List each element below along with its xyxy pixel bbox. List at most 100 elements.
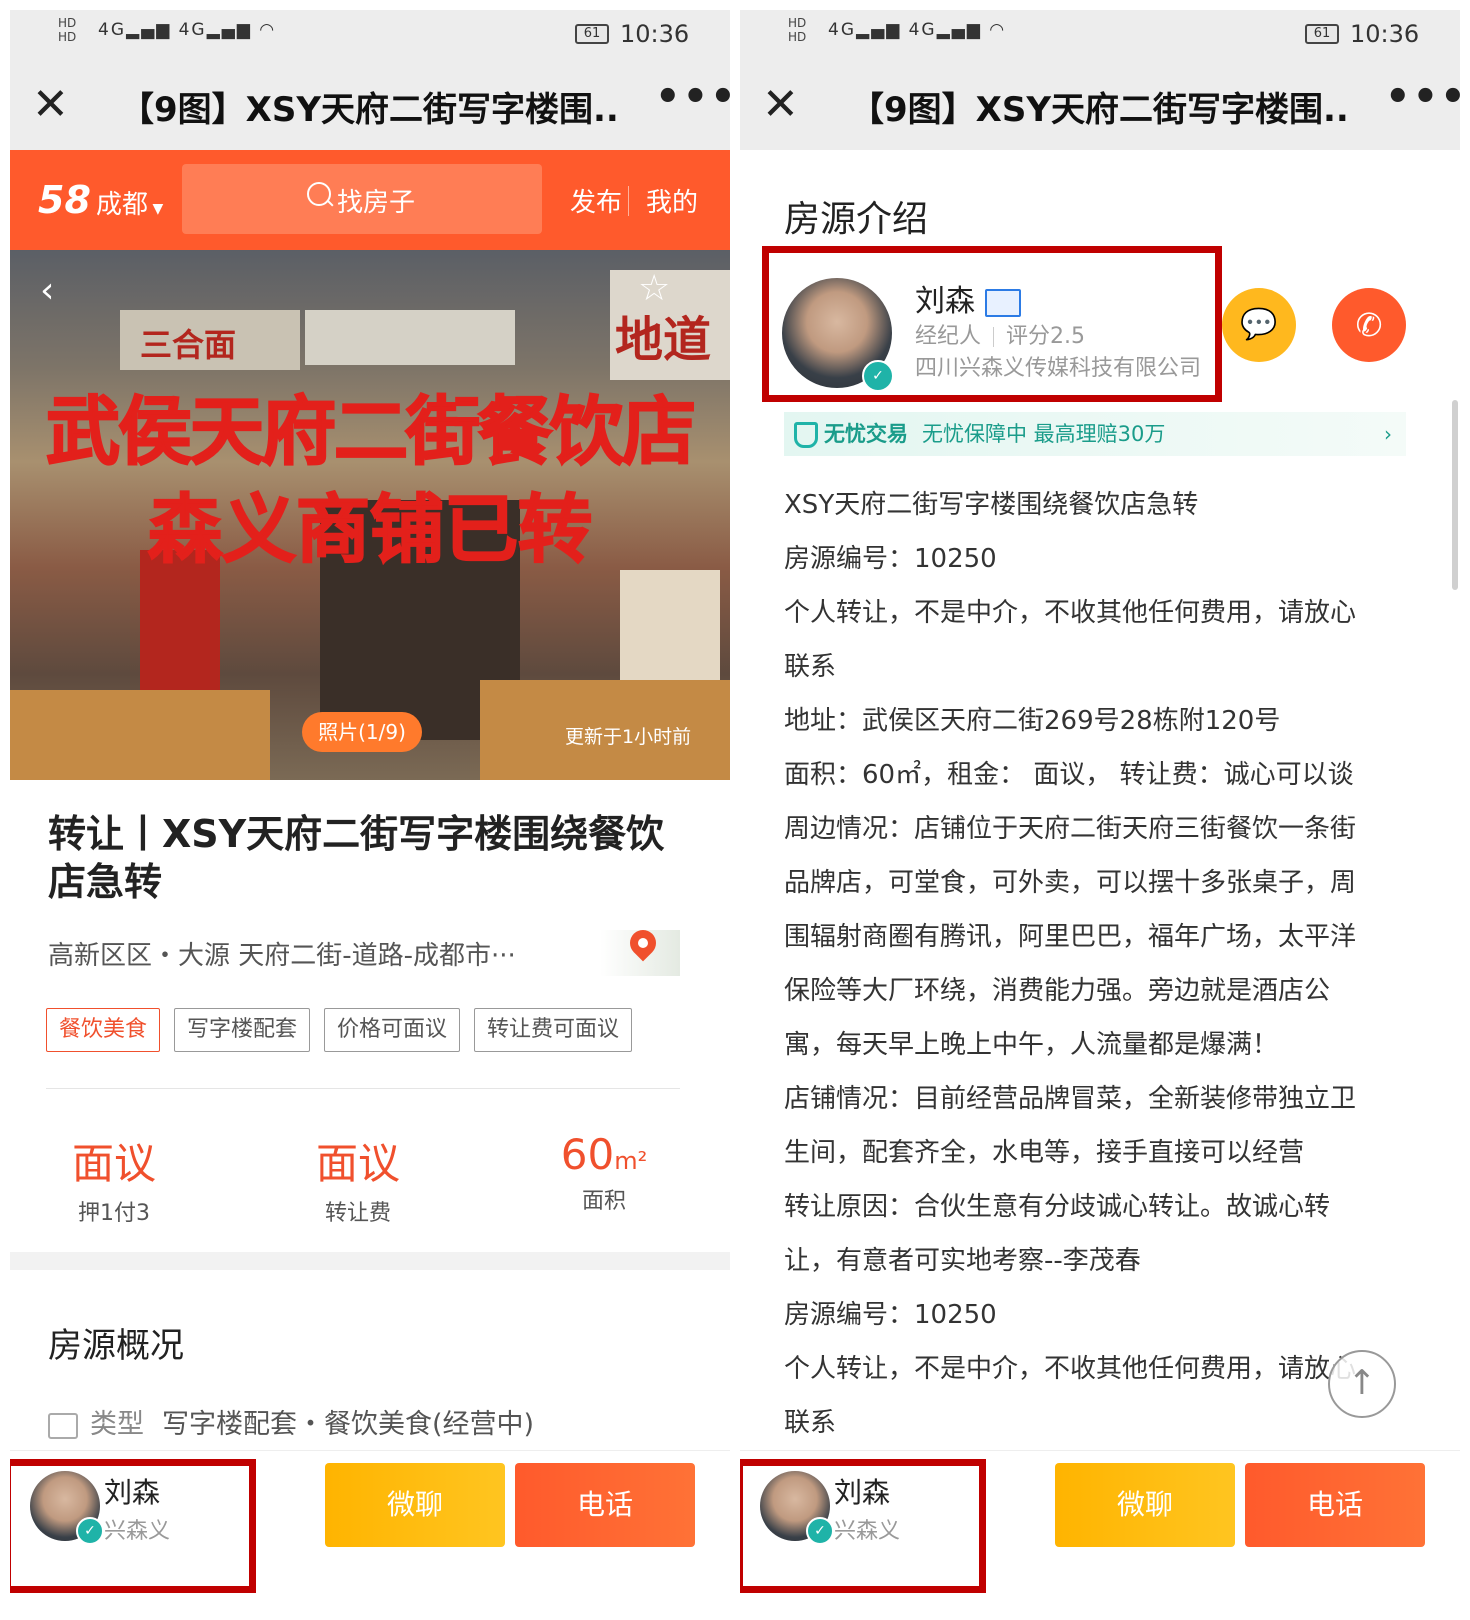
description-line: 联系 <box>784 1408 837 1438</box>
stat-unit: m² <box>614 1147 648 1175</box>
signal-icon: 4G▂▄▆ 4G▂▄▆ ◠ <box>98 20 277 40</box>
description-line: 周边情况：店铺位于天府二街天府三街餐饮一条街 <box>784 814 1357 844</box>
description-line: 个人转让，不是中介，不收其他任何费用，请放心 <box>784 1354 1357 1384</box>
phone-button[interactable]: 电话 <box>1245 1463 1425 1547</box>
agent-company: 兴森义 <box>834 1519 901 1544</box>
hd-icon: HD HD <box>788 16 807 44</box>
wechat-button[interactable]: 微聊 <box>325 1463 505 1547</box>
location-pin-icon <box>624 924 662 962</box>
stat-rent: 面议 押1付3 <box>14 1130 214 1227</box>
mine-link[interactable]: 我的 <box>646 182 698 219</box>
status-bar: HD HD 4G▂▄▆ 4G▂▄▆ ◠ 61 10:36 <box>740 10 1460 60</box>
phone-icon: ✆ <box>1355 306 1383 344</box>
shop-sign <box>305 310 515 365</box>
description-line: 寓，每天早上晚上中午，人流量都是爆满！ <box>784 1030 1279 1060</box>
scrollbar[interactable] <box>1452 400 1458 590</box>
search-input[interactable]: 找房子 <box>182 164 542 234</box>
close-icon[interactable]: ✕ <box>762 80 799 130</box>
search-placeholder: 找房子 <box>337 188 416 218</box>
description-line: 地址：武侯区天府二街269号28栋附120号 <box>784 706 1281 736</box>
bottom-contact-bar: ✓ 刘森 兴森义 微聊 电话 <box>10 1450 730 1620</box>
chat-button[interactable]: 💬 <box>1222 288 1296 362</box>
listing-title: 转让丨XSY天府二街写字楼围绕餐饮店急转 <box>48 812 665 904</box>
close-icon[interactable]: ✕ <box>32 80 69 130</box>
tag: 转让费可面议 <box>474 1008 633 1052</box>
guarantee-banner[interactable]: 无忧交易 无忧保障中 最高理赔30万 › <box>784 412 1406 456</box>
description-line: 转让原因：合伙生意有分歧诚心转让。故诚心转 <box>784 1192 1331 1222</box>
more-icon[interactable]: ••• <box>655 74 730 120</box>
bottom-contact-bar: ✓ 刘森 兴森义 微聊 电话 <box>740 1450 1460 1620</box>
clock: 10:36 <box>620 20 690 48</box>
arrow-up-icon: ↑ <box>1347 1363 1377 1403</box>
description-line: 房源编号：10250 <box>784 1300 997 1330</box>
hd-icon: HD HD <box>58 16 77 44</box>
shield-icon <box>794 422 818 448</box>
city-label: 成都 <box>96 190 149 220</box>
guarantee-text: 无忧保障中 最高理赔30万 <box>922 422 1166 446</box>
map-thumbnail[interactable] <box>600 924 680 976</box>
publish-link[interactable]: 发布 <box>570 182 622 219</box>
agent-name: 刘森 <box>834 1476 891 1509</box>
tag: 价格可面议 <box>324 1008 461 1052</box>
tag: 写字楼配套 <box>174 1008 311 1052</box>
description-line: 联系 <box>784 652 837 682</box>
description-line: 房源编号：10250 <box>784 544 997 574</box>
shop-sign: 三合面 <box>120 310 300 370</box>
section-divider <box>10 1252 730 1270</box>
stat-value: 60 <box>560 1130 615 1179</box>
type-label: 类型 <box>90 1409 144 1440</box>
description-line: 面积：60㎡，租金： 面议， 转让费：诚心可以谈 <box>784 760 1354 790</box>
left-screen: HD HD 4G▂▄▆ 4G▂▄▆ ◠ 61 10:36 ✕ 【9图】XSY天府二… <box>10 10 730 1620</box>
back-to-top-button[interactable]: ↑ <box>1328 1350 1396 1418</box>
description-line: 品牌店，可堂食，可外卖，可以摆十多张桌子，周 <box>784 868 1357 898</box>
id-card-icon <box>985 288 1021 317</box>
chat-icon: 💬 <box>1240 307 1278 342</box>
chevron-left-icon[interactable]: ‹ <box>40 270 54 311</box>
city-selector[interactable]: 成都 ▼ <box>96 184 163 221</box>
webview-navbar: ✕ 【9图】XSY天府二街写字楼围... ••• <box>10 60 730 150</box>
more-icon[interactable]: ••• <box>1385 74 1460 120</box>
stat-label: 面积 <box>581 1189 626 1214</box>
agent-name: 刘森 <box>104 1476 161 1509</box>
listing-photo[interactable]: 三合面 地道 ‹ ☆ 武侯天府二街餐饮店 森义商铺已转 照片(1/9) 更新于1… <box>10 250 730 780</box>
description-line: 生间，配套齐全，水电等，接手直接可以经营 <box>784 1138 1305 1168</box>
overview-title: 房源概况 <box>48 1326 184 1366</box>
page-title: 【9图】XSY天府二街写字楼围... <box>120 90 620 130</box>
divider <box>46 1088 680 1089</box>
verified-shield-icon: ✓ <box>806 1517 834 1545</box>
intro-title: 房源介绍 <box>784 199 929 240</box>
updated-time: 更新于1小时前 <box>565 726 692 748</box>
description-line: 让，有意者可实地考察--李茂春 <box>784 1246 1141 1276</box>
wechat-button[interactable]: 微聊 <box>1055 1463 1235 1547</box>
signal-icon: 4G▂▄▆ 4G▂▄▆ ◠ <box>828 20 1007 40</box>
broker-name-text: 刘森 <box>915 284 975 319</box>
caret-down-icon: ▼ <box>148 201 164 217</box>
site-logo[interactable]: 58 <box>38 178 91 222</box>
photo-counter[interactable]: 照片(1/9) <box>302 712 422 752</box>
stat-transfer-fee: 面议 转让费 <box>258 1130 458 1227</box>
page-title: 【9图】XSY天府二街写字楼围... <box>850 90 1350 130</box>
guarantee-name: 无忧交易 <box>824 422 908 446</box>
overlay-text: 武侯天府二街餐饮店 <box>45 388 697 476</box>
webview-navbar: ✕ 【9图】XSY天府二街写字楼围... ••• <box>740 60 1460 150</box>
call-button[interactable]: ✆ <box>1332 288 1406 362</box>
description-line: 店铺情况：目前经营品牌冒菜，全新装修带独立卫 <box>784 1084 1357 1114</box>
type-value: 写字楼配套・餐饮美食(经营中) <box>162 1409 535 1440</box>
clock: 10:36 <box>1350 20 1420 48</box>
broker-name: 刘森 <box>915 276 1021 320</box>
right-screen: HD HD 4G▂▄▆ 4G▂▄▆ ◠ 61 10:36 ✕ 【9图】XSY天府二… <box>740 10 1460 1620</box>
tag: 餐饮美食 <box>46 1008 161 1052</box>
star-icon[interactable]: ☆ <box>638 268 670 309</box>
listing-address[interactable]: 高新区区・大源 天府二街-道路-成都市··· <box>48 935 516 972</box>
broker-company: 四川兴森义传媒科技有限公司 <box>915 356 1202 381</box>
description-line: 个人转让，不是中介，不收其他任何费用，请放心 <box>784 598 1357 628</box>
search-icon <box>307 182 331 206</box>
rating-text: 评分2.5 <box>1006 324 1086 349</box>
status-bar: HD HD 4G▂▄▆ 4G▂▄▆ ◠ 61 10:36 <box>10 10 730 60</box>
battery-icon: 61 <box>575 24 609 44</box>
chevron-right-icon: › <box>1384 422 1392 446</box>
verified-shield-icon: ✓ <box>862 360 894 392</box>
divider <box>993 327 995 347</box>
phone-button[interactable]: 电话 <box>515 1463 695 1547</box>
overlay-text: 森义商铺已转 <box>147 486 593 574</box>
